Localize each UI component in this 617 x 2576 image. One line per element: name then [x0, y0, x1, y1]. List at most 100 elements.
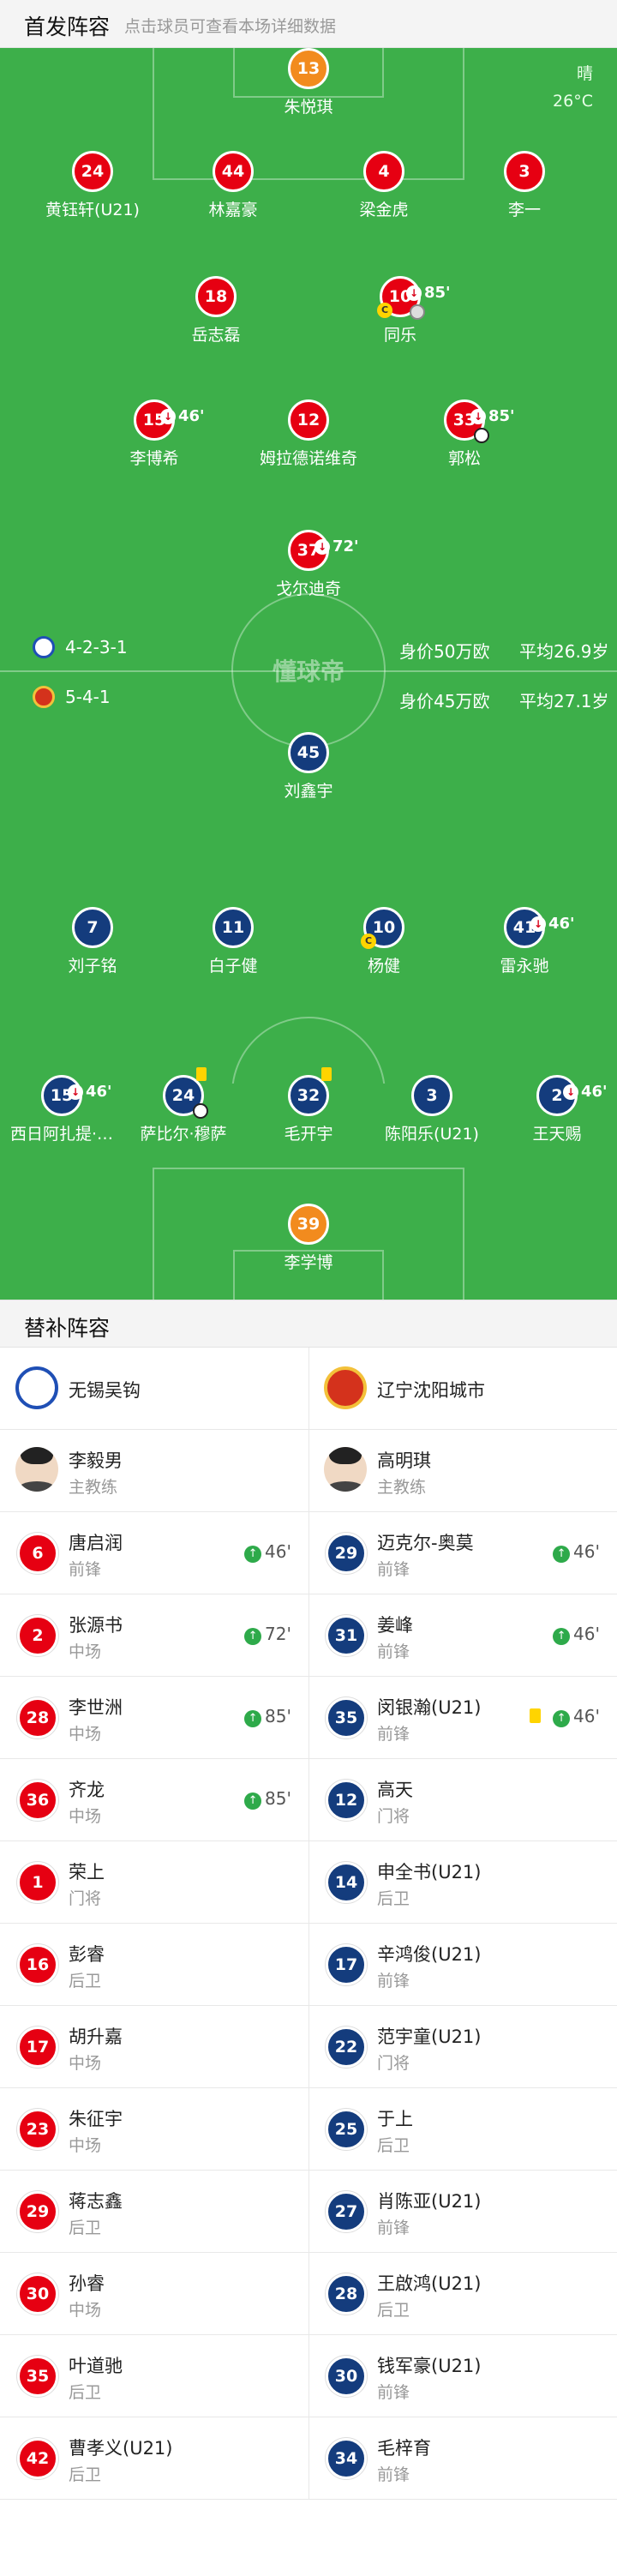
- player-name: 刘鑫宇: [284, 782, 333, 801]
- sub-player[interactable]: 28 李世洲 中场 ↑ 85': [0, 1677, 308, 1759]
- player-position: 中场: [69, 1725, 102, 1744]
- away-team-logo-icon: [33, 686, 55, 708]
- player-name: 迈克尔-奥莫: [377, 1533, 474, 1553]
- player-home[interactable]: 2 ↓ 46' 王天赐: [497, 1075, 617, 1144]
- player-number: 39: [288, 1204, 329, 1245]
- player-position: 门将: [377, 2054, 410, 2073]
- sub-player[interactable]: 25 于上 后卫: [308, 2088, 617, 2171]
- sub-player[interactable]: 17 胡升嘉 中场: [0, 2006, 308, 2088]
- home-team-formation-row: 4-2-3-1: [33, 636, 128, 658]
- player-home[interactable]: 41 ↓ 46' 雷永驰: [430, 907, 617, 976]
- player-number: 2: [17, 1615, 58, 1656]
- player-away[interactable]: 3 李一: [430, 151, 617, 220]
- yellow-card-icon: [321, 1067, 332, 1081]
- player-position: 后卫: [69, 2219, 102, 2237]
- player-name: 唐启润: [69, 1533, 123, 1553]
- captain-icon: C: [361, 934, 376, 949]
- player-name: 毛梓育: [377, 2438, 431, 2459]
- sub-player[interactable]: 29 蒋志鑫 后卫: [0, 2171, 308, 2253]
- weather-condition: 晴: [576, 64, 593, 83]
- player-number: 35: [326, 1697, 367, 1738]
- player-number: 37 ↓ 72': [288, 530, 359, 571]
- sub-player[interactable]: 14 申全书(U21) 后卫: [308, 1841, 617, 1924]
- away-team-name: 辽宁沈阳城市: [377, 1380, 485, 1401]
- player-away[interactable]: 37 ↓ 72' 戈尔迪奇: [214, 530, 403, 599]
- player-name: 李学博: [284, 1253, 333, 1272]
- sub-row: 16 彭睿 后卫 17 辛鸿俊(U21) 前锋: [0, 1924, 617, 2006]
- sub-player[interactable]: 16 彭睿 后卫: [0, 1924, 308, 2006]
- sub-player[interactable]: 2 张源书 中场 ↑ 72': [0, 1594, 308, 1677]
- home-coach[interactable]: 李毅男 主教练: [0, 1430, 308, 1512]
- sub-player[interactable]: 29 迈克尔-奥莫 前锋 ↑ 46': [308, 1512, 617, 1594]
- sub-row: 42 曹孝义(U21) 后卫 34 毛梓育 前锋: [0, 2417, 617, 2500]
- sub-player[interactable]: 12 高天 门将: [308, 1759, 617, 1841]
- player-number: 17: [17, 2027, 58, 2068]
- player-position: 中场: [69, 1642, 102, 1661]
- player-number: 23: [17, 2109, 58, 2150]
- sub-player[interactable]: 34 毛梓育 前锋: [308, 2417, 617, 2500]
- player-name: 闵银瀚(U21): [377, 1697, 482, 1718]
- sub-off-icon: ↓: [160, 409, 176, 424]
- sub-in: ↑ 46': [553, 1541, 600, 1563]
- home-team-value: 身价50万欧: [399, 641, 490, 662]
- sub-player[interactable]: 1 荣上 门将: [0, 1841, 308, 1924]
- player-number: 30: [17, 2273, 58, 2315]
- sub-player[interactable]: 30 钱军豪(U21) 前锋: [308, 2335, 617, 2417]
- sub-in-icon: ↑: [553, 1710, 571, 1727]
- sub-row: 29 蒋志鑫 后卫 27 肖陈亚(U21) 前锋: [0, 2171, 617, 2253]
- player-position: 后卫: [377, 1889, 410, 1908]
- player-name: 胡升嘉: [69, 2027, 123, 2047]
- player-number: 3: [411, 1075, 452, 1116]
- sub-off-event: ↓ 72': [314, 529, 359, 565]
- player-number: 1: [17, 1862, 58, 1903]
- player-position: 前锋: [69, 1560, 102, 1579]
- sub-off-icon: ↓: [314, 539, 330, 555]
- player-name: 齐龙: [69, 1780, 105, 1800]
- player-position: 门将: [377, 1807, 410, 1826]
- player-home[interactable]: 45 刘鑫宇: [214, 732, 403, 802]
- player-position: 门将: [69, 1889, 102, 1908]
- sub-player[interactable]: 17 辛鸿俊(U21) 前锋: [308, 1924, 617, 2006]
- sub-player[interactable]: 27 肖陈亚(U21) 前锋: [308, 2171, 617, 2253]
- lineup-hint: 点击球员可查看本场详细数据: [124, 17, 337, 36]
- player-number: 29: [326, 1533, 367, 1574]
- sub-player[interactable]: 35 叶道驰 后卫: [0, 2335, 308, 2417]
- sub-in: ↑ 85': [244, 1706, 291, 1727]
- coach-row: 李毅男 主教练 高明琪 主教练: [0, 1430, 617, 1512]
- sub-in: ↑ 46': [553, 1624, 600, 1645]
- missed-ball-icon: [410, 304, 425, 320]
- player-away[interactable]: 33 ↓ 85' 郭松: [370, 399, 559, 469]
- home-team-name: 无锡吴钩: [69, 1380, 141, 1401]
- sub-in: ↑ 85': [244, 1788, 291, 1810]
- sub-player[interactable]: 42 曹孝义(U21) 后卫: [0, 2417, 308, 2500]
- sub-player[interactable]: 30 孙睿 中场: [0, 2253, 308, 2335]
- player-number: 44: [213, 151, 254, 192]
- away-coach[interactable]: 高明琪 主教练: [308, 1430, 617, 1512]
- player-number: 30: [326, 2356, 367, 2397]
- away-formation: 5-4-1: [65, 687, 111, 707]
- sub-row: 1 荣上 门将 14 申全书(U21) 后卫: [0, 1841, 617, 1924]
- home-formation: 4-2-3-1: [65, 637, 128, 658]
- sub-in-icon: ↑: [244, 1792, 262, 1810]
- player-away[interactable]: 10 ↓ 85' C 同乐: [306, 276, 494, 345]
- player-number: 27: [326, 2191, 367, 2232]
- player-position: 前锋: [377, 1725, 410, 1744]
- player-name: 姜峰: [377, 1615, 413, 1636]
- player-number: 24: [72, 151, 113, 192]
- home-team-cell[interactable]: 无锡吴钩: [0, 1348, 308, 1430]
- sub-player[interactable]: 23 朱征宇 中场: [0, 2088, 308, 2171]
- player-name: 钱军豪(U21): [377, 2356, 482, 2376]
- sub-player[interactable]: 6 唐启润 前锋 ↑ 46': [0, 1512, 308, 1594]
- sub-player[interactable]: 22 范宇童(U21) 门将: [308, 2006, 617, 2088]
- player-home-gk[interactable]: 39 李学博: [214, 1204, 403, 1273]
- sub-player[interactable]: 36 齐龙 中场 ↑ 85': [0, 1759, 308, 1841]
- player-away[interactable]: 18 岳志磊: [122, 276, 310, 345]
- sub-player[interactable]: 28 王啟鸿(U21) 后卫: [308, 2253, 617, 2335]
- player-number: 42: [17, 2438, 58, 2479]
- away-team-cell[interactable]: 辽宁沈阳城市: [308, 1348, 617, 1430]
- player-away-gk[interactable]: 13 朱悦琪: [214, 48, 403, 117]
- sub-player[interactable]: 35 闵银瀚(U21) 前锋 ↑ 46': [308, 1677, 617, 1759]
- player-position: 中场: [69, 2301, 102, 2320]
- player-number: 14: [326, 1862, 367, 1903]
- sub-player[interactable]: 31 姜峰 前锋 ↑ 46': [308, 1594, 617, 1677]
